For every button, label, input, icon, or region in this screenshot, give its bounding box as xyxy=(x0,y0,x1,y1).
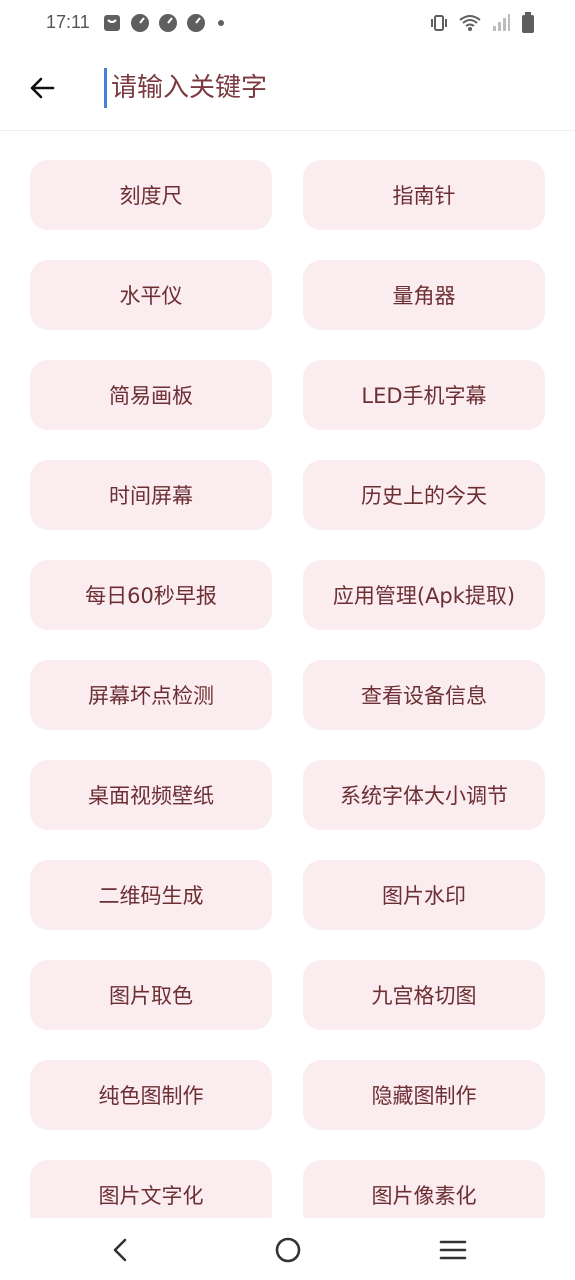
search-input[interactable] xyxy=(104,68,524,108)
tool-button[interactable]: 屏幕坏点检测 xyxy=(30,660,272,730)
nav-menu-icon[interactable] xyxy=(437,1234,469,1266)
tool-button[interactable]: 系统字体大小调节 xyxy=(303,760,545,830)
status-system-icons xyxy=(429,12,535,38)
tool-button[interactable]: 刻度尺 xyxy=(30,160,272,230)
dot-icon xyxy=(214,13,228,37)
vibrate-icon xyxy=(429,13,449,37)
search-toolbar xyxy=(0,48,575,131)
tool-button[interactable]: 桌面视频壁纸 xyxy=(30,760,272,830)
tool-button[interactable]: 时间屏幕 xyxy=(30,460,272,530)
tool-button[interactable]: 查看设备信息 xyxy=(303,660,545,730)
tool-button[interactable]: 二维码生成 xyxy=(30,860,272,930)
status-bar: 17:11 xyxy=(0,0,575,48)
status-notification-icons xyxy=(102,13,228,37)
back-arrow-icon[interactable] xyxy=(24,70,60,106)
tool-button[interactable]: LED手机字幕 xyxy=(303,360,545,430)
battery-icon xyxy=(521,12,535,38)
tool-grid: 刻度尺 指南针 水平仪 量角器 简易画板 LED手机字幕 时间屏幕 历史上的今天 每日60秒早报… xyxy=(30,160,546,1230)
tool-button[interactable]: 纯色图制作 xyxy=(30,1060,272,1130)
tool-button[interactable]: 应用管理(Apk提取) xyxy=(303,560,545,630)
nav-back-icon[interactable] xyxy=(105,1234,137,1266)
gauge-icon xyxy=(186,13,206,37)
tool-button[interactable]: 简易画板 xyxy=(30,360,272,430)
tool-button[interactable]: 历史上的今天 xyxy=(303,460,545,530)
tool-button[interactable]: 图片取色 xyxy=(30,960,272,1030)
bag-icon xyxy=(102,13,122,37)
tool-button[interactable]: 量角器 xyxy=(303,260,545,330)
tool-button[interactable]: 水平仪 xyxy=(30,260,272,330)
tool-button[interactable]: 指南针 xyxy=(303,160,545,230)
status-time: 17:11 xyxy=(46,12,90,32)
wifi-icon xyxy=(459,13,481,37)
tool-button[interactable]: 九宫格切图 xyxy=(303,960,545,1030)
gauge-icon xyxy=(158,13,178,37)
tool-button[interactable]: 隐藏图制作 xyxy=(303,1060,545,1130)
tool-button[interactable]: 图片水印 xyxy=(303,860,545,930)
tool-button[interactable]: 每日60秒早报 xyxy=(30,560,272,630)
gauge-icon xyxy=(130,13,150,37)
signal-icon xyxy=(491,13,511,37)
system-navigation-bar xyxy=(0,1218,575,1280)
nav-home-icon[interactable] xyxy=(272,1234,304,1266)
